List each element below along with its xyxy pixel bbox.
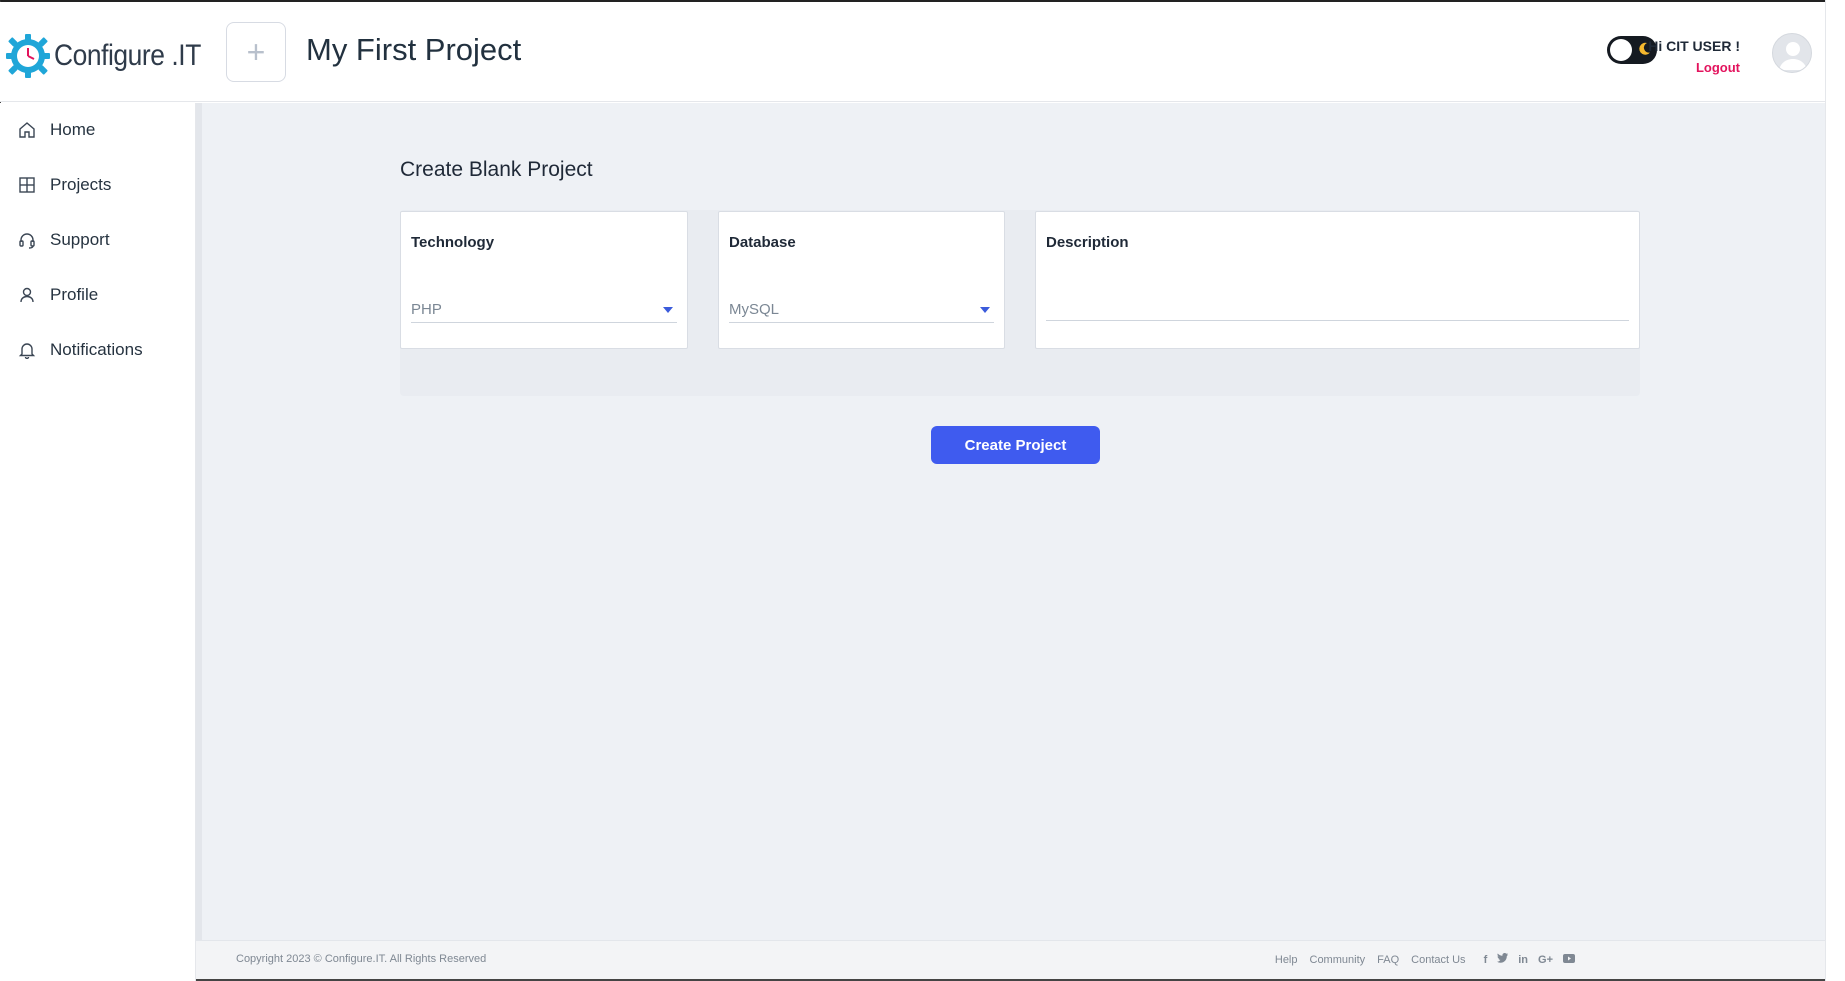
sidebar-item-label: Notifications [50, 340, 143, 359]
sidebar-item-support[interactable]: Support [18, 230, 110, 250]
sidebar-item-label: Projects [50, 175, 112, 194]
sidebar-item-label: Home [50, 120, 96, 139]
database-value: MySQL [729, 301, 780, 318]
sidebar-item-label: Support [50, 230, 110, 249]
user-avatar-icon [1779, 42, 1807, 70]
app-logo[interactable]: Configure .IT [4, 32, 221, 80]
home-icon [19, 122, 35, 138]
user-greeting: Hi CIT USER ! Logout [1648, 38, 1740, 75]
description-card: Description [1035, 211, 1640, 349]
social-links: f in G+ [1484, 953, 1575, 966]
description-label: Description [1046, 234, 1129, 251]
sidebar-item-notifications[interactable]: Notifications [18, 340, 143, 360]
description-input[interactable] [1046, 320, 1629, 321]
technology-label: Technology [411, 234, 495, 251]
window-scroll-edge [1825, 0, 1845, 981]
grid-icon [19, 177, 35, 193]
technology-select[interactable]: PHP [411, 297, 677, 323]
linkedin-icon[interactable]: in [1518, 954, 1528, 966]
caret-down-icon [663, 306, 673, 313]
caret-down-icon [980, 306, 990, 313]
footer-link-contact[interactable]: Contact Us [1411, 954, 1465, 966]
copyright-text: Copyright 2023 © Configure.IT. All Right… [236, 953, 487, 965]
top-header: Configure .IT + My First Project Hi CIT … [0, 2, 1825, 102]
database-card: Database MySQL [718, 211, 1005, 349]
footer-link-community[interactable]: Community [1310, 954, 1366, 966]
footer-links: Help Community FAQ Contact Us f in G+ [1275, 953, 1575, 966]
footer-link-faq[interactable]: FAQ [1377, 954, 1399, 966]
technology-value: PHP [411, 301, 442, 318]
logo-text: Configure .IT [54, 39, 201, 72]
toggle-knob [1610, 39, 1632, 61]
technology-card: Technology PHP [400, 211, 688, 349]
database-label: Database [729, 234, 796, 251]
headset-icon [19, 233, 35, 249]
add-project-button[interactable]: + [226, 22, 286, 82]
youtube-icon[interactable] [1563, 953, 1575, 966]
footer-link-help[interactable]: Help [1275, 954, 1298, 966]
bell-icon [18, 343, 36, 359]
avatar[interactable] [1772, 33, 1812, 73]
sidebar: Home Projects Support Profile Notificati… [0, 103, 196, 981]
sidebar-item-profile[interactable]: Profile [18, 285, 98, 305]
twitter-icon[interactable] [1497, 953, 1509, 966]
create-project-button[interactable]: Create Project [931, 426, 1100, 464]
greeting-text: Hi CIT USER ! [1648, 38, 1740, 54]
project-title: My First Project [306, 32, 522, 67]
sidebar-item-label: Profile [50, 285, 99, 304]
user-icon [20, 287, 34, 303]
logout-link[interactable]: Logout [1648, 60, 1740, 75]
database-select[interactable]: MySQL [729, 297, 994, 323]
section-title: Create Blank Project [400, 158, 593, 181]
gear-clock-logo-icon [6, 34, 50, 78]
facebook-icon[interactable]: f [1484, 954, 1488, 966]
sidebar-item-projects[interactable]: Projects [18, 175, 111, 195]
google-plus-icon[interactable]: G+ [1538, 954, 1553, 966]
sidebar-item-home[interactable]: Home [18, 120, 95, 140]
footer: Copyright 2023 © Configure.IT. All Right… [196, 940, 1825, 979]
